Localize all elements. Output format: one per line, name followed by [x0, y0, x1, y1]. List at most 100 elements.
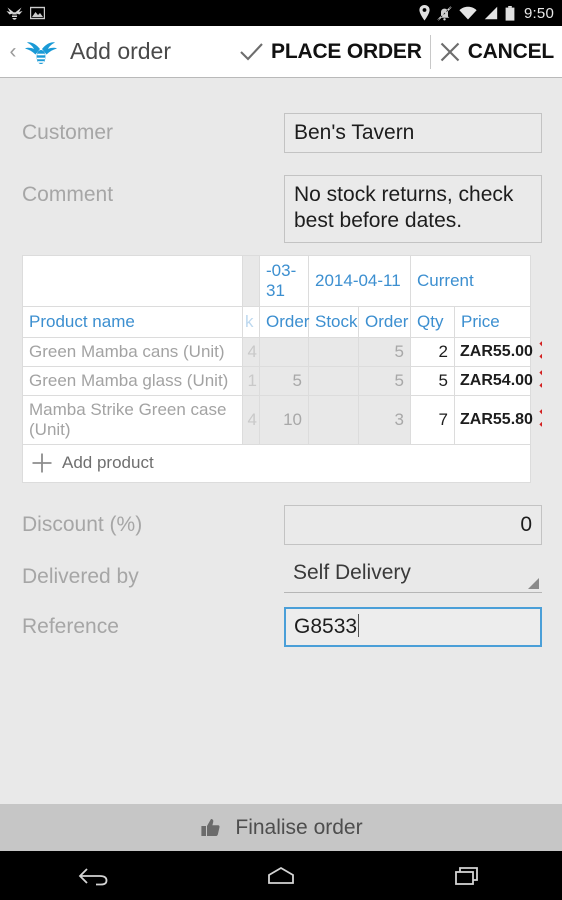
product-table-container[interactable]: -03-31 2014-04-11 Current Product name k…	[22, 255, 542, 483]
cell-price[interactable]: ZAR55.00	[454, 337, 533, 367]
discount-label: Discount (%)	[22, 513, 143, 536]
location-pin-icon	[419, 5, 430, 21]
ringer-silent-icon	[437, 5, 452, 21]
header-order: Order	[357, 306, 412, 338]
back-chevron-icon[interactable]: ‹	[4, 41, 22, 62]
cell-qty[interactable]: 5	[410, 366, 456, 396]
reference-field-row: Reference G8533	[0, 607, 562, 647]
cell-order-prev: 5	[259, 366, 309, 396]
date-header-spacer	[530, 255, 542, 307]
spinner-dropdown-icon	[528, 578, 539, 589]
header-stock: Stock	[308, 306, 359, 338]
battery-icon	[505, 5, 515, 21]
table-column-header-row: Product name k Order Stock Order Qty Pri…	[22, 306, 542, 338]
header-clipped-stock: k	[242, 306, 260, 338]
date-header-prev: -03-31	[259, 255, 309, 307]
table-row[interactable]: Green Mamba glass (Unit) 1 5 5 5 ZAR54.0…	[22, 366, 542, 396]
text-caret	[358, 614, 360, 637]
status-bar-left-icons	[6, 6, 45, 21]
cell-product-name: Mamba Strike Green case (Unit)	[22, 395, 243, 445]
customer-input[interactable]: Ben's Tavern	[284, 113, 542, 153]
status-bar: 9:50	[0, 0, 562, 26]
cell-order: 5	[357, 337, 412, 367]
add-product-row[interactable]: Add product	[22, 444, 542, 483]
comment-label: Comment	[22, 183, 114, 206]
cell-clipped: 4	[242, 337, 260, 367]
date-header-current-date: 2014-04-11	[307, 255, 412, 307]
header-price: Price	[454, 306, 532, 338]
cell-clipped: 4	[242, 395, 260, 445]
delete-x-icon	[538, 340, 542, 359]
cell-order-prev: 10	[259, 395, 309, 445]
reference-input[interactable]: G8533	[284, 607, 542, 647]
cell-qty[interactable]: 2	[410, 337, 456, 367]
header-qty: Qty	[410, 306, 456, 338]
date-header-blank	[22, 255, 243, 307]
back-nav-icon	[78, 867, 108, 885]
table-date-header-row: -03-31 2014-04-11 Current	[22, 255, 542, 307]
cell-price[interactable]: ZAR54.00	[454, 366, 533, 396]
table-row[interactable]: Mamba Strike Green case (Unit) 4 10 3 7 …	[22, 395, 542, 445]
finalise-order-label: Finalise order	[235, 815, 363, 839]
cell-product-name: Green Mamba cans (Unit)	[22, 337, 243, 367]
place-order-button[interactable]: PLACE ORDER	[231, 26, 430, 78]
place-order-label: PLACE ORDER	[271, 39, 422, 63]
android-nav-bar	[0, 851, 562, 900]
check-icon	[240, 42, 263, 61]
cell-order: 5	[357, 366, 412, 396]
product-table: -03-31 2014-04-11 Current Product name k…	[22, 255, 542, 483]
date-header-clipped	[242, 255, 260, 307]
cell-order-prev	[259, 337, 309, 367]
reference-value: G8533	[294, 615, 358, 638]
cell-stock	[308, 395, 359, 445]
add-product-label: Add product	[62, 453, 154, 472]
header-product-name: Product name	[22, 306, 243, 338]
discount-input[interactable]: 0	[284, 505, 542, 545]
add-product-cell[interactable]: Add product	[22, 444, 532, 483]
add-product-spacer	[530, 444, 542, 483]
discount-field-row: Discount (%) 0	[0, 505, 562, 545]
cell-qty[interactable]: 7	[410, 395, 456, 445]
delivered-by-field-row: Delivered by Self Delivery	[0, 557, 562, 593]
app-notification-bee-icon	[6, 7, 23, 20]
delivered-by-value: Self Delivery	[293, 561, 411, 584]
cell-order: 3	[357, 395, 412, 445]
page-title: Add order	[70, 38, 172, 64]
cell-price[interactable]: ZAR55.80	[454, 395, 533, 445]
home-nav-button[interactable]	[241, 851, 321, 900]
header-order-prev: Order	[259, 306, 309, 338]
delivered-by-label: Delivered by	[22, 565, 139, 588]
cancel-label: CANCEL	[467, 39, 554, 63]
finalise-order-button[interactable]: Finalise order	[0, 804, 562, 851]
delete-x-icon	[538, 369, 542, 388]
bee-logo-icon[interactable]	[24, 37, 58, 67]
app-screen: 9:50 ‹ Add order PLACE ORDER CANCEL Cust…	[0, 0, 562, 900]
cellular-signal-icon	[484, 6, 498, 20]
home-nav-icon	[268, 866, 294, 884]
cancel-button[interactable]: CANCEL	[431, 26, 562, 78]
customer-label: Customer	[22, 121, 114, 144]
recents-nav-icon	[455, 866, 479, 885]
comment-input[interactable]: No stock returns, check best before date…	[284, 175, 542, 243]
app-bar-actions: PLACE ORDER CANCEL	[231, 26, 562, 78]
recents-nav-button[interactable]	[428, 851, 508, 900]
screenshot-image-icon	[30, 6, 45, 20]
delete-x-icon	[538, 408, 542, 427]
table-row[interactable]: Green Mamba cans (Unit) 4 5 2 ZAR55.00	[22, 337, 542, 367]
date-header-current: Current	[410, 255, 532, 307]
cell-clipped: 1	[242, 366, 260, 396]
cell-product-name: Green Mamba glass (Unit)	[22, 366, 243, 396]
reference-label: Reference	[22, 615, 119, 638]
back-nav-button[interactable]	[54, 851, 134, 900]
close-icon	[440, 42, 459, 61]
comment-field-row: Comment No stock returns, check best bef…	[0, 175, 562, 243]
delivered-by-select[interactable]: Self Delivery	[284, 557, 542, 593]
customer-field-row: Customer Ben's Tavern	[0, 113, 562, 153]
order-form: Customer Ben's Tavern Comment No stock r…	[0, 78, 562, 804]
status-bar-right-icons: 9:50	[419, 5, 554, 22]
status-bar-clock: 9:50	[524, 4, 554, 22]
thumbs-up-icon	[201, 818, 220, 836]
wifi-icon	[459, 6, 477, 20]
cell-stock	[308, 366, 359, 396]
plus-icon	[32, 453, 52, 473]
